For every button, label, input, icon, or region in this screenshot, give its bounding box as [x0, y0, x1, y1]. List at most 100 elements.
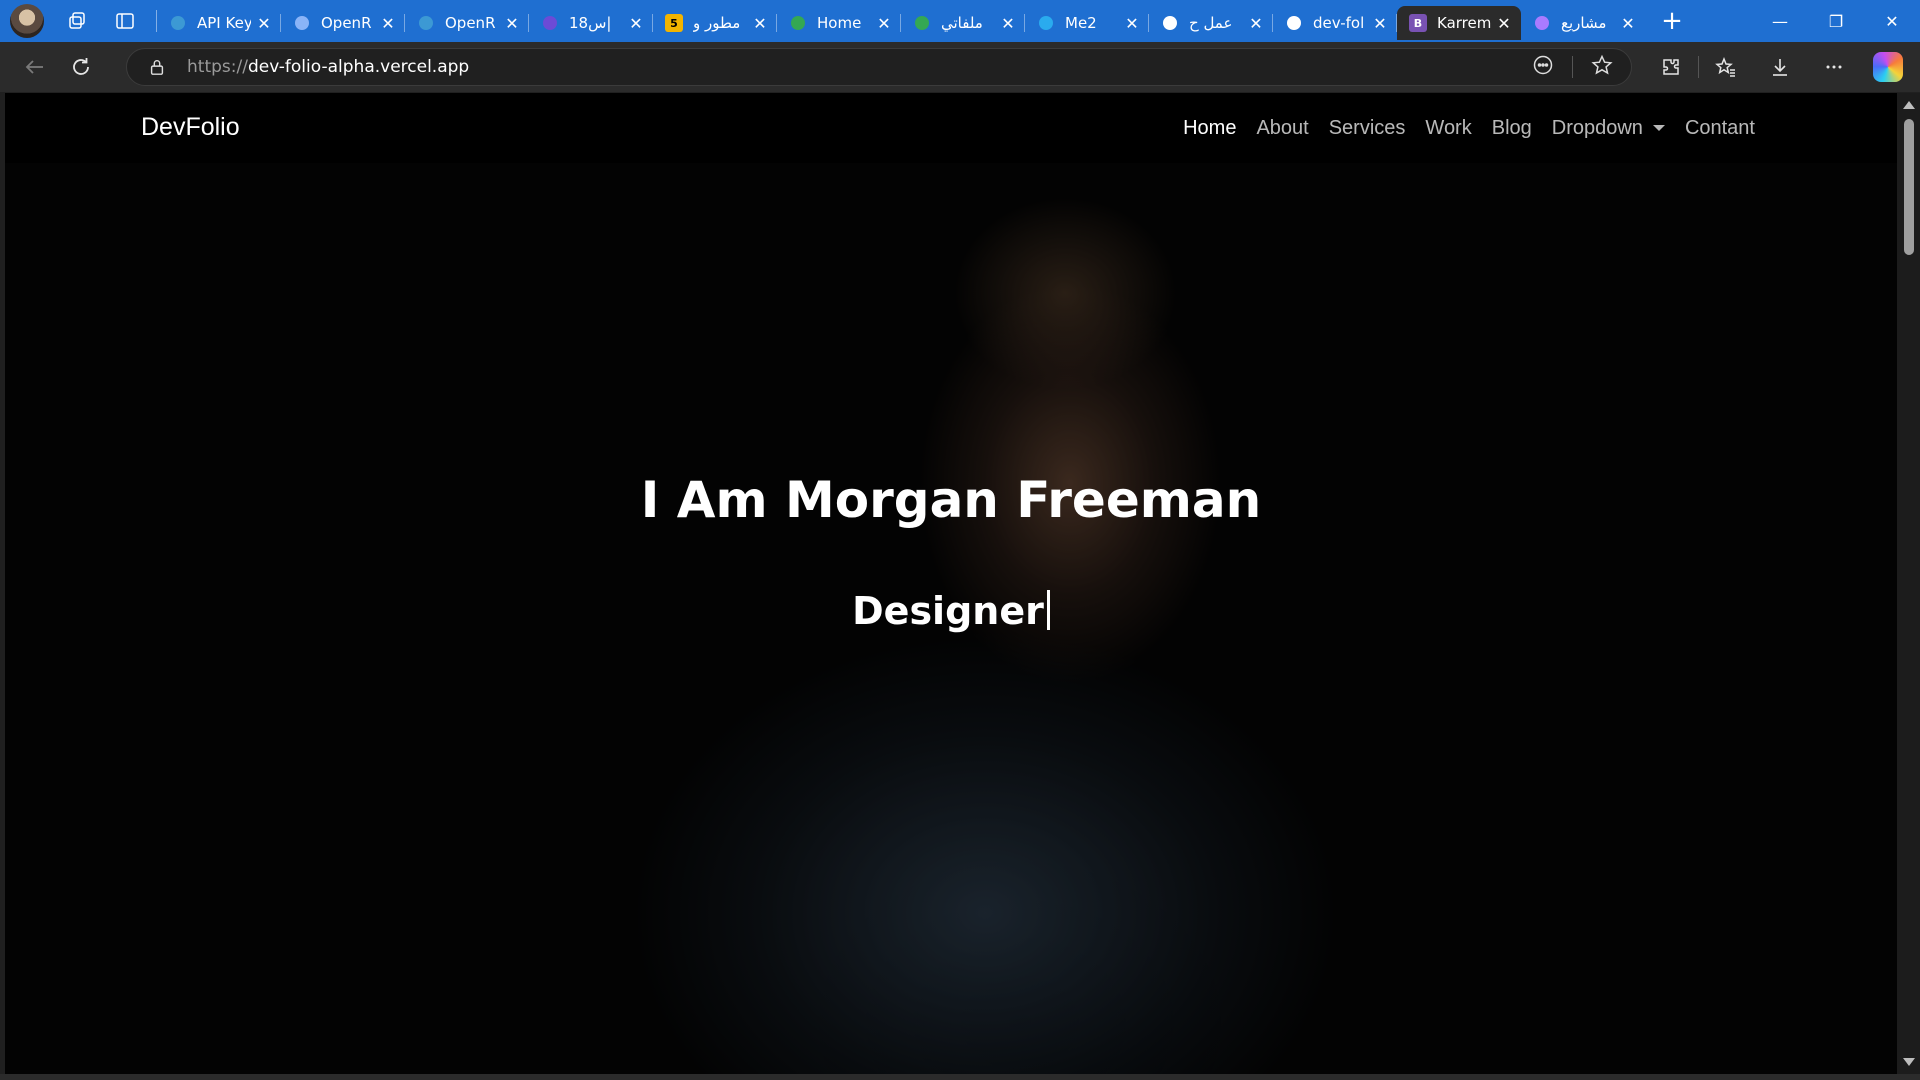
caret-down-icon — [1652, 125, 1665, 131]
nav-link-about[interactable]: About — [1256, 117, 1308, 140]
new-tab-button[interactable]: + — [1651, 4, 1693, 38]
browser-tab[interactable]: dev-fol ✕ — [1273, 6, 1397, 40]
browser-tab[interactable]: س18| ✕ — [529, 6, 653, 40]
browser-tab[interactable]: OpenR ✕ — [405, 6, 529, 40]
tab-close-icon[interactable]: ✕ — [875, 14, 893, 33]
browser-tab[interactable]: B Karrem ✕ — [1397, 6, 1521, 40]
favorites-icon[interactable] — [1699, 42, 1753, 92]
google-drive-icon — [913, 14, 931, 32]
url-host: dev-folio-alpha.vercel.app — [247, 57, 470, 77]
hero-typed-text-wrapper: Designer — [5, 589, 1897, 633]
tab-strip: API Key ✕ OpenR ✕ OpenR ✕ س18| ✕ 5 مطور و ✕ Home ✕ مل… — [0, 0, 1920, 42]
lock-icon[interactable] — [147, 57, 167, 77]
browser-tab[interactable]: OpenR ✕ — [281, 6, 405, 40]
vscode-icon — [417, 14, 435, 32]
nav-link-label: Blog — [1491, 116, 1532, 139]
omnibox-separator — [1572, 56, 1573, 78]
video-icon — [541, 14, 559, 32]
tab-close-icon[interactable]: ✕ — [751, 14, 769, 33]
tab-close-icon[interactable]: ✕ — [1619, 14, 1637, 33]
scroll-down-arrow-icon[interactable] — [1903, 1058, 1915, 1066]
tab-close-icon[interactable]: ✕ — [1247, 14, 1265, 33]
hero-overlay — [5, 93, 1897, 1074]
nav-link-home[interactable]: Home — [1183, 117, 1236, 140]
nav-link-label: Contant — [1684, 116, 1755, 139]
close-window-button[interactable]: ✕ — [1864, 0, 1920, 42]
tab-title: dev-fol — [1313, 14, 1365, 32]
nav-link-work[interactable]: Work — [1425, 117, 1471, 140]
favorite-star-icon[interactable] — [1591, 54, 1613, 80]
tab-title: Home — [817, 14, 862, 32]
tab-close-icon[interactable]: ✕ — [1123, 14, 1141, 33]
browser-tab[interactable]: مشاريع ✕ — [1521, 6, 1645, 40]
tab-title: OpenR — [445, 14, 496, 32]
browser-tab[interactable]: API Key ✕ — [157, 6, 281, 40]
browser-tab[interactable]: 5 مطور و ✕ — [653, 6, 777, 40]
tab-title: OpenR — [321, 14, 372, 32]
vercel-icon — [1285, 14, 1303, 32]
url-scheme: https:// — [187, 57, 248, 77]
workspaces-icon[interactable] — [60, 4, 94, 38]
tab-title: API Key — [197, 14, 251, 32]
nav-link-blog[interactable]: Blog — [1492, 117, 1532, 140]
window-controls: — ❐ ✕ — [1752, 0, 1920, 42]
copilot-button[interactable] — [1861, 42, 1915, 92]
copilot-icon — [1873, 52, 1903, 82]
page-scrollbar[interactable] — [1897, 93, 1920, 1074]
nav-link-dropdown[interactable]: Dropdown — [1552, 117, 1665, 140]
hero-typed-text: Designer — [852, 589, 1044, 633]
nav-links: Home About Services Work Blog Dropdown Contant — [1183, 93, 1755, 163]
tab-close-icon[interactable]: ✕ — [379, 14, 397, 33]
reader-mode-icon[interactable] — [1532, 54, 1554, 80]
telegram-icon — [1037, 14, 1055, 32]
nav-link-label: Services — [1328, 116, 1406, 139]
nav-link-label: Work — [1425, 116, 1472, 139]
nav-link-label: Dropdown — [1551, 116, 1643, 139]
extensions-icon[interactable] — [1644, 42, 1698, 92]
tab-close-icon[interactable]: ✕ — [1371, 14, 1389, 33]
browser-tab[interactable]: ملفاتي ✕ — [901, 6, 1025, 40]
typing-cursor — [1046, 590, 1050, 630]
star-app-icon — [1533, 14, 1551, 32]
site-navbar: DevFolio Home About Services Work Blog Dropdo… — [5, 93, 1897, 163]
tab-title: Karrem — [1437, 14, 1491, 32]
refresh-button[interactable] — [61, 47, 101, 87]
number-badge-icon: 5 — [665, 14, 683, 32]
site-brand-link[interactable]: DevFolio — [141, 113, 240, 142]
nav-link-contant[interactable]: Contant — [1685, 117, 1755, 140]
tab-title: عمل ح — [1189, 14, 1233, 32]
tab-close-icon[interactable]: ✕ — [255, 14, 273, 33]
browser-tab[interactable]: عمل ح ✕ — [1149, 6, 1273, 40]
nav-link-label: Home — [1183, 116, 1237, 139]
openrouter-icon — [293, 14, 311, 32]
back-button[interactable] — [15, 47, 55, 87]
tab-close-icon[interactable]: ✕ — [1495, 14, 1513, 33]
more-menu-icon[interactable] — [1807, 42, 1861, 92]
browser-tab[interactable]: Home ✕ — [777, 6, 901, 40]
minimize-button[interactable]: — — [1752, 0, 1808, 42]
nav-link-services[interactable]: Services — [1329, 117, 1406, 140]
tab-title: Me2 — [1065, 14, 1097, 32]
tabs-container: API Key ✕ OpenR ✕ OpenR ✕ س18| ✕ 5 مطور و ✕ Home ✕ مل… — [157, 0, 1645, 42]
scroll-up-arrow-icon[interactable] — [1903, 101, 1915, 109]
nav-link-label: About — [1256, 116, 1309, 139]
browser-toolbar: https://dev-folio-alpha.vercel.app — [0, 42, 1920, 92]
hero-title: I Am Morgan Freeman — [640, 471, 1262, 529]
tab-title: مطور و — [693, 14, 741, 32]
tab-title: ملفاتي — [941, 14, 983, 32]
profile-avatar[interactable] — [10, 4, 44, 38]
bootstrap-icon: B — [1409, 14, 1427, 32]
address-bar[interactable]: https://dev-folio-alpha.vercel.app — [126, 48, 1632, 86]
page-viewport: DevFolio Home About Services Work Blog Dropdo… — [5, 93, 1897, 1074]
downloads-icon[interactable] — [1753, 42, 1807, 92]
tab-close-icon[interactable]: ✕ — [503, 14, 521, 33]
tab-close-icon[interactable]: ✕ — [627, 14, 645, 33]
tab-title: س18| — [569, 14, 612, 32]
restore-button[interactable]: ❐ — [1808, 0, 1864, 42]
browser-tab[interactable]: Me2 ✕ — [1025, 6, 1149, 40]
url-text[interactable]: https://dev-folio-alpha.vercel.app — [187, 57, 469, 77]
tab-close-icon[interactable]: ✕ — [999, 14, 1017, 33]
vertical-tabs-icon[interactable] — [108, 4, 142, 38]
tab-title: مشاريع — [1561, 14, 1607, 32]
scrollbar-thumb[interactable] — [1904, 119, 1914, 255]
